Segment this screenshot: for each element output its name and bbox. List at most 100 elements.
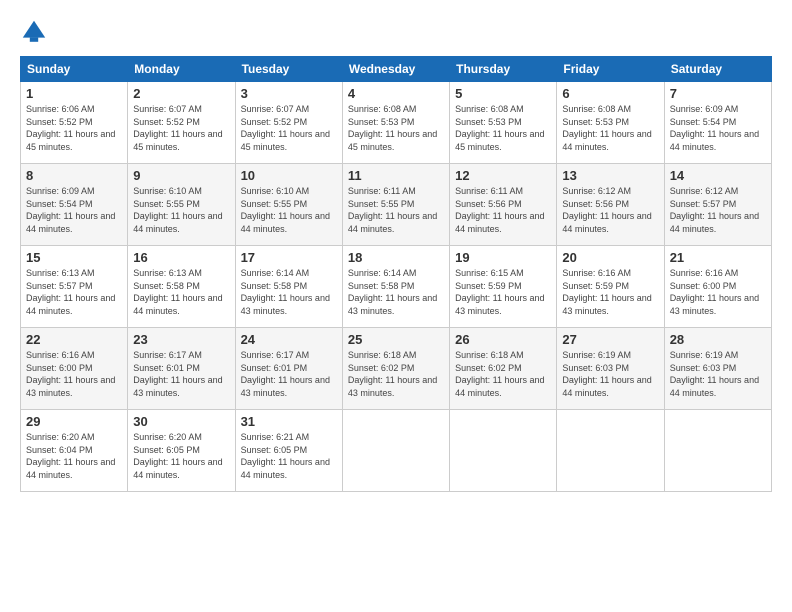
day-number: 3 bbox=[241, 86, 337, 101]
day-cell: 29 Sunrise: 6:20 AMSunset: 6:04 PMDaylig… bbox=[21, 410, 128, 492]
day-cell: 9 Sunrise: 6:10 AMSunset: 5:55 PMDayligh… bbox=[128, 164, 235, 246]
day-number: 18 bbox=[348, 250, 444, 265]
day-number: 12 bbox=[455, 168, 551, 183]
day-cell: 20 Sunrise: 6:16 AMSunset: 5:59 PMDaylig… bbox=[557, 246, 664, 328]
day-cell: 31 Sunrise: 6:21 AMSunset: 6:05 PMDaylig… bbox=[235, 410, 342, 492]
day-info: Sunrise: 6:12 AMSunset: 5:56 PMDaylight:… bbox=[562, 186, 651, 234]
day-info: Sunrise: 6:13 AMSunset: 5:57 PMDaylight:… bbox=[26, 268, 115, 316]
day-info: Sunrise: 6:08 AMSunset: 5:53 PMDaylight:… bbox=[562, 104, 651, 152]
day-cell: 27 Sunrise: 6:19 AMSunset: 6:03 PMDaylig… bbox=[557, 328, 664, 410]
day-info: Sunrise: 6:06 AMSunset: 5:52 PMDaylight:… bbox=[26, 104, 115, 152]
weekday-header-thursday: Thursday bbox=[450, 57, 557, 82]
day-number: 15 bbox=[26, 250, 122, 265]
day-cell: 22 Sunrise: 6:16 AMSunset: 6:00 PMDaylig… bbox=[21, 328, 128, 410]
day-number: 6 bbox=[562, 86, 658, 101]
day-info: Sunrise: 6:16 AMSunset: 6:00 PMDaylight:… bbox=[670, 268, 759, 316]
day-number: 25 bbox=[348, 332, 444, 347]
weekday-header-saturday: Saturday bbox=[664, 57, 771, 82]
day-number: 28 bbox=[670, 332, 766, 347]
day-number: 2 bbox=[133, 86, 229, 101]
day-number: 19 bbox=[455, 250, 551, 265]
day-cell bbox=[342, 410, 449, 492]
logo bbox=[20, 18, 50, 46]
day-cell: 2 Sunrise: 6:07 AMSunset: 5:52 PMDayligh… bbox=[128, 82, 235, 164]
day-info: Sunrise: 6:21 AMSunset: 6:05 PMDaylight:… bbox=[241, 432, 330, 480]
day-info: Sunrise: 6:10 AMSunset: 5:55 PMDaylight:… bbox=[133, 186, 222, 234]
day-number: 21 bbox=[670, 250, 766, 265]
day-cell: 15 Sunrise: 6:13 AMSunset: 5:57 PMDaylig… bbox=[21, 246, 128, 328]
day-info: Sunrise: 6:08 AMSunset: 5:53 PMDaylight:… bbox=[348, 104, 437, 152]
day-info: Sunrise: 6:07 AMSunset: 5:52 PMDaylight:… bbox=[133, 104, 222, 152]
day-info: Sunrise: 6:07 AMSunset: 5:52 PMDaylight:… bbox=[241, 104, 330, 152]
weekday-header-friday: Friday bbox=[557, 57, 664, 82]
day-number: 22 bbox=[26, 332, 122, 347]
day-number: 24 bbox=[241, 332, 337, 347]
calendar: SundayMondayTuesdayWednesdayThursdayFrid… bbox=[20, 56, 772, 492]
day-info: Sunrise: 6:15 AMSunset: 5:59 PMDaylight:… bbox=[455, 268, 544, 316]
day-number: 30 bbox=[133, 414, 229, 429]
day-number: 10 bbox=[241, 168, 337, 183]
weekday-header-row: SundayMondayTuesdayWednesdayThursdayFrid… bbox=[21, 57, 772, 82]
week-row-1: 1 Sunrise: 6:06 AMSunset: 5:52 PMDayligh… bbox=[21, 82, 772, 164]
day-info: Sunrise: 6:17 AMSunset: 6:01 PMDaylight:… bbox=[241, 350, 330, 398]
day-cell: 19 Sunrise: 6:15 AMSunset: 5:59 PMDaylig… bbox=[450, 246, 557, 328]
day-info: Sunrise: 6:08 AMSunset: 5:53 PMDaylight:… bbox=[455, 104, 544, 152]
weekday-header-wednesday: Wednesday bbox=[342, 57, 449, 82]
day-number: 1 bbox=[26, 86, 122, 101]
day-cell: 8 Sunrise: 6:09 AMSunset: 5:54 PMDayligh… bbox=[21, 164, 128, 246]
weekday-header-tuesday: Tuesday bbox=[235, 57, 342, 82]
day-number: 14 bbox=[670, 168, 766, 183]
day-cell: 28 Sunrise: 6:19 AMSunset: 6:03 PMDaylig… bbox=[664, 328, 771, 410]
day-number: 16 bbox=[133, 250, 229, 265]
day-cell: 30 Sunrise: 6:20 AMSunset: 6:05 PMDaylig… bbox=[128, 410, 235, 492]
day-cell: 25 Sunrise: 6:18 AMSunset: 6:02 PMDaylig… bbox=[342, 328, 449, 410]
day-info: Sunrise: 6:16 AMSunset: 6:00 PMDaylight:… bbox=[26, 350, 115, 398]
weekday-header-monday: Monday bbox=[128, 57, 235, 82]
day-number: 17 bbox=[241, 250, 337, 265]
day-cell: 24 Sunrise: 6:17 AMSunset: 6:01 PMDaylig… bbox=[235, 328, 342, 410]
day-number: 27 bbox=[562, 332, 658, 347]
day-cell bbox=[557, 410, 664, 492]
day-number: 7 bbox=[670, 86, 766, 101]
day-cell: 17 Sunrise: 6:14 AMSunset: 5:58 PMDaylig… bbox=[235, 246, 342, 328]
day-cell: 26 Sunrise: 6:18 AMSunset: 6:02 PMDaylig… bbox=[450, 328, 557, 410]
day-info: Sunrise: 6:10 AMSunset: 5:55 PMDaylight:… bbox=[241, 186, 330, 234]
week-row-5: 29 Sunrise: 6:20 AMSunset: 6:04 PMDaylig… bbox=[21, 410, 772, 492]
day-number: 11 bbox=[348, 168, 444, 183]
day-info: Sunrise: 6:11 AMSunset: 5:55 PMDaylight:… bbox=[348, 186, 437, 234]
day-cell: 21 Sunrise: 6:16 AMSunset: 6:00 PMDaylig… bbox=[664, 246, 771, 328]
day-number: 23 bbox=[133, 332, 229, 347]
day-info: Sunrise: 6:14 AMSunset: 5:58 PMDaylight:… bbox=[241, 268, 330, 316]
day-info: Sunrise: 6:19 AMSunset: 6:03 PMDaylight:… bbox=[562, 350, 651, 398]
day-info: Sunrise: 6:09 AMSunset: 5:54 PMDaylight:… bbox=[670, 104, 759, 152]
day-info: Sunrise: 6:20 AMSunset: 6:04 PMDaylight:… bbox=[26, 432, 115, 480]
day-cell: 11 Sunrise: 6:11 AMSunset: 5:55 PMDaylig… bbox=[342, 164, 449, 246]
day-info: Sunrise: 6:14 AMSunset: 5:58 PMDaylight:… bbox=[348, 268, 437, 316]
day-cell: 7 Sunrise: 6:09 AMSunset: 5:54 PMDayligh… bbox=[664, 82, 771, 164]
day-cell: 14 Sunrise: 6:12 AMSunset: 5:57 PMDaylig… bbox=[664, 164, 771, 246]
day-cell bbox=[450, 410, 557, 492]
day-cell: 18 Sunrise: 6:14 AMSunset: 5:58 PMDaylig… bbox=[342, 246, 449, 328]
day-info: Sunrise: 6:18 AMSunset: 6:02 PMDaylight:… bbox=[455, 350, 544, 398]
day-number: 26 bbox=[455, 332, 551, 347]
day-cell: 16 Sunrise: 6:13 AMSunset: 5:58 PMDaylig… bbox=[128, 246, 235, 328]
day-number: 31 bbox=[241, 414, 337, 429]
day-number: 9 bbox=[133, 168, 229, 183]
logo-icon bbox=[20, 18, 48, 46]
week-row-3: 15 Sunrise: 6:13 AMSunset: 5:57 PMDaylig… bbox=[21, 246, 772, 328]
week-row-4: 22 Sunrise: 6:16 AMSunset: 6:00 PMDaylig… bbox=[21, 328, 772, 410]
day-info: Sunrise: 6:11 AMSunset: 5:56 PMDaylight:… bbox=[455, 186, 544, 234]
day-info: Sunrise: 6:13 AMSunset: 5:58 PMDaylight:… bbox=[133, 268, 222, 316]
day-number: 20 bbox=[562, 250, 658, 265]
day-number: 8 bbox=[26, 168, 122, 183]
day-number: 13 bbox=[562, 168, 658, 183]
day-info: Sunrise: 6:19 AMSunset: 6:03 PMDaylight:… bbox=[670, 350, 759, 398]
day-cell: 1 Sunrise: 6:06 AMSunset: 5:52 PMDayligh… bbox=[21, 82, 128, 164]
day-number: 29 bbox=[26, 414, 122, 429]
day-cell: 12 Sunrise: 6:11 AMSunset: 5:56 PMDaylig… bbox=[450, 164, 557, 246]
day-number: 4 bbox=[348, 86, 444, 101]
page: SundayMondayTuesdayWednesdayThursdayFrid… bbox=[0, 0, 792, 502]
day-cell: 10 Sunrise: 6:10 AMSunset: 5:55 PMDaylig… bbox=[235, 164, 342, 246]
day-cell: 4 Sunrise: 6:08 AMSunset: 5:53 PMDayligh… bbox=[342, 82, 449, 164]
day-info: Sunrise: 6:18 AMSunset: 6:02 PMDaylight:… bbox=[348, 350, 437, 398]
